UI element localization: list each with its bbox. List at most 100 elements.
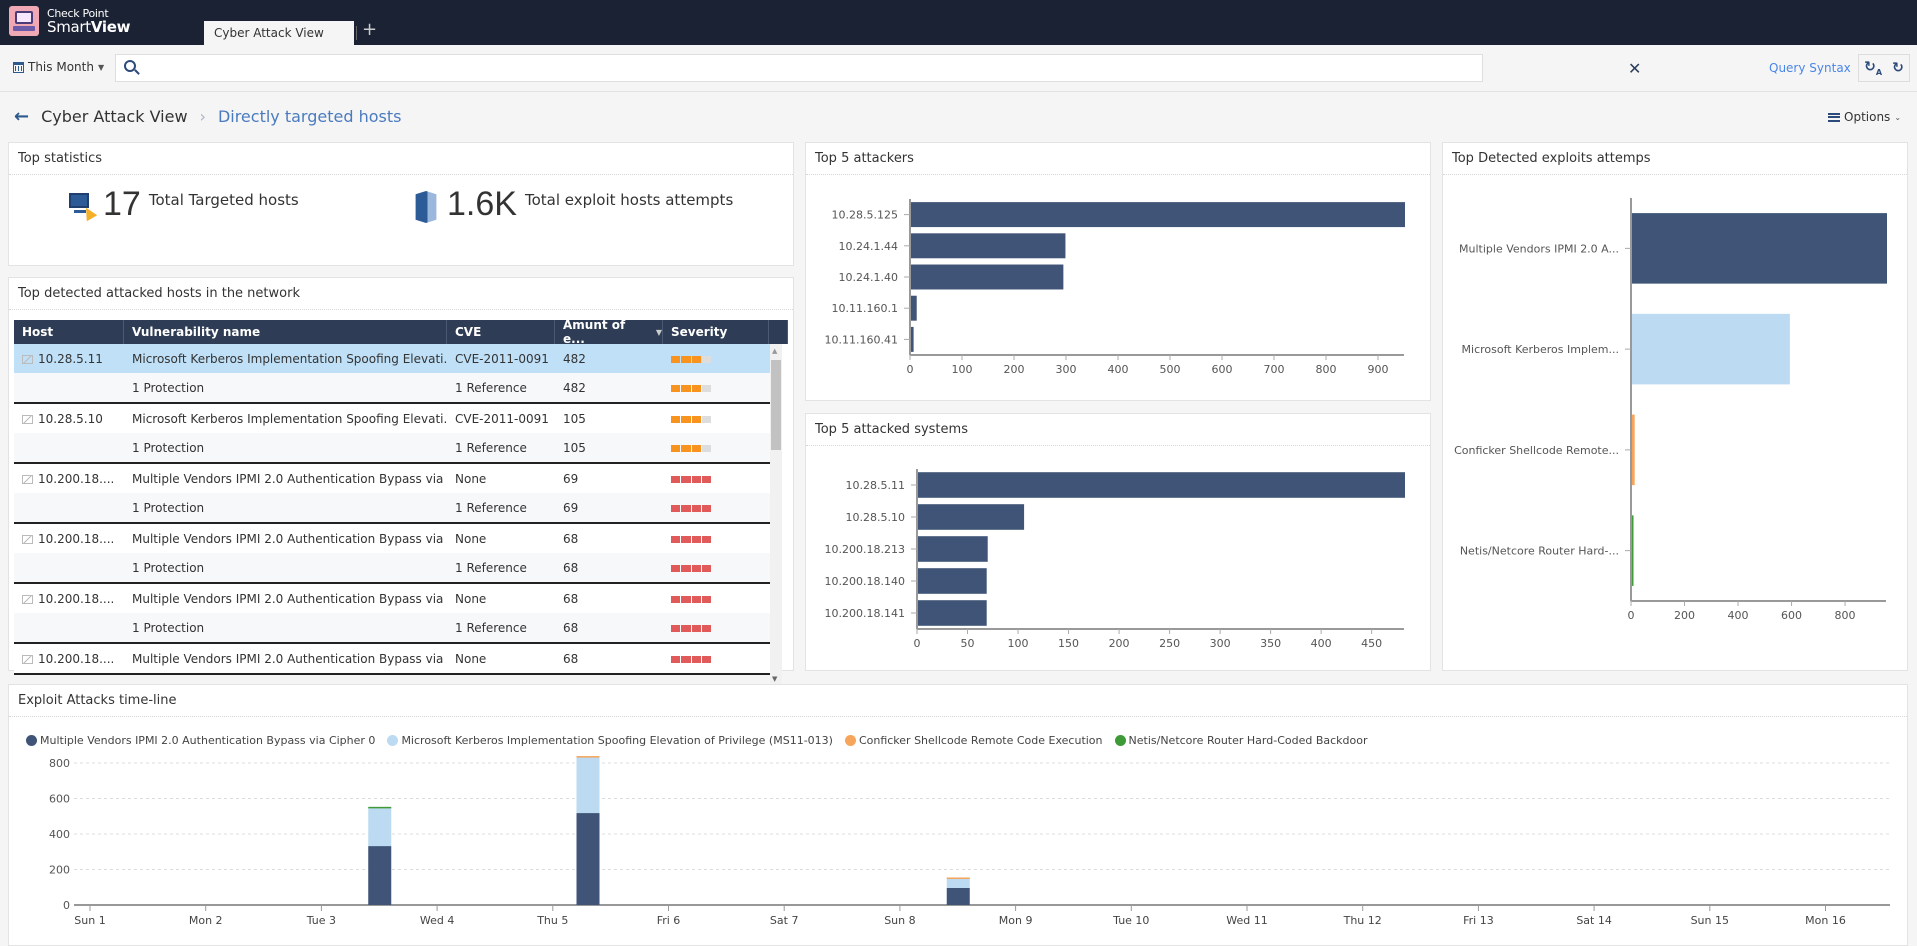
host-group: 10.200.18.... Multiple Vendors IPMI 2.0 A… xyxy=(14,524,770,584)
scroll-down-icon[interactable]: ▼ xyxy=(772,675,777,683)
amount-cell: 482 xyxy=(563,351,586,366)
x-tick-label: 800 xyxy=(1316,363,1337,376)
severity-cell xyxy=(663,412,769,426)
severity-indicator xyxy=(671,595,711,603)
search-input[interactable] xyxy=(115,54,1483,82)
targeted-host-icon xyxy=(67,191,98,222)
add-tab-button[interactable]: + xyxy=(362,19,377,40)
amount-cell: 68 xyxy=(563,591,579,606)
scrollbar-thumb[interactable] xyxy=(771,360,781,450)
chevron-right-icon: › xyxy=(199,107,206,126)
panel-title: Exploit Attacks time-line xyxy=(9,685,1907,717)
stat-label: Total exploit hosts attempts xyxy=(524,191,734,209)
amount-cell: 69 xyxy=(563,471,579,486)
legend-item[interactable]: Netis/Netcore Router Hard-Coded Backdoor xyxy=(1114,734,1368,747)
vulnerability-cell: Multiple Vendors IPMI 2.0 Authentication… xyxy=(132,651,447,666)
refresh-icon[interactable]: ↻ xyxy=(1892,60,1904,76)
column-spacer xyxy=(769,320,788,344)
panel-title: Top statistics xyxy=(9,143,793,175)
severity-cell xyxy=(663,352,769,366)
host-chart-icon xyxy=(22,594,33,604)
legend-item[interactable]: Microsoft Kerberos Implementation Spoofi… xyxy=(387,734,833,747)
severity-cell xyxy=(663,561,769,575)
severity-cell xyxy=(663,381,769,395)
table-row[interactable]: 10.200.18.... Multiple Vendors IPMI 2.0 A… xyxy=(14,584,770,613)
clear-search-icon[interactable]: ✕ xyxy=(1628,59,1641,78)
x-tick-label: 500 xyxy=(1160,363,1181,376)
vulnerability-cell: Multiple Vendors IPMI 2.0 Authentication… xyxy=(132,471,447,486)
host-group: 10.28.5.10 Microsoft Kerberos Implementat… xyxy=(14,404,770,464)
severity-cell xyxy=(663,592,769,606)
stat-exploit-attempts: 1.6K Total exploit hosts attempts xyxy=(413,187,733,223)
category-label: 10.200.18.141 xyxy=(825,607,905,620)
tab-cyber-attack-view[interactable]: Cyber Attack View xyxy=(204,21,354,45)
column-amount-label: Amunt of e... xyxy=(563,318,626,346)
options-menu-button[interactable]: Options ⌄ xyxy=(1828,110,1901,124)
tab-separator xyxy=(356,26,357,40)
reference-cell: 1 Reference xyxy=(455,560,527,575)
scroll-up-icon[interactable]: ▲ xyxy=(772,347,777,355)
category-label: Microsoft Kerberos Implem... xyxy=(1462,343,1619,356)
host-chart-icon xyxy=(22,474,33,484)
top-attackers-panel: Top 5 attackers 10.28.5.125 10.24.1.44 10.… xyxy=(805,142,1431,401)
table-subrow[interactable]: 1 Protection 1 Reference 105 xyxy=(14,433,770,462)
table-subrow[interactable]: 1 Protection 1 Reference 68 xyxy=(14,613,770,642)
category-label: 10.28.5.11 xyxy=(846,479,905,492)
category-label: 10.11.160.1 xyxy=(832,302,898,315)
table-row[interactable]: 10.200.18.... Multiple Vendors IPMI 2.0 A… xyxy=(14,464,770,493)
legend-item[interactable]: Multiple Vendors IPMI 2.0 Authentication… xyxy=(26,734,375,747)
table-row[interactable]: 10.200.18.... Multiple Vendors IPMI 2.0 A… xyxy=(14,524,770,553)
top-attacked-systems-chart: 10.28.5.11 10.28.5.10 10.200.18.213 10.200.… xyxy=(825,469,1405,650)
calendar-icon xyxy=(13,61,24,73)
amount-cell: 68 xyxy=(563,620,579,635)
stat-value: 1.6K xyxy=(447,185,517,223)
x-tick-label: 100 xyxy=(952,363,973,376)
column-vulnerability[interactable]: Vulnerability name xyxy=(124,320,447,344)
severity-indicator xyxy=(671,415,711,423)
legend-item[interactable]: Conficker Shellcode Remote Code Executio… xyxy=(844,734,1103,747)
category-label: 10.24.1.40 xyxy=(839,271,898,284)
top-exploits-panel: Top Detected exploits attemps Multiple V… xyxy=(1442,142,1908,671)
severity-cell xyxy=(663,441,769,455)
column-host[interactable]: Host xyxy=(14,320,124,344)
x-tick-label: 300 xyxy=(1210,637,1231,650)
severity-indicator xyxy=(671,535,711,543)
x-tick-label: 200 xyxy=(1004,363,1025,376)
panel-title: Top 5 attackers xyxy=(806,143,1430,175)
protection-cell: 1 Protection xyxy=(132,500,205,515)
table-subrow[interactable]: 1 Protection 1 Reference 68 xyxy=(14,553,770,582)
severity-indicator xyxy=(671,504,711,512)
severity-cell xyxy=(663,472,769,486)
table-subrow[interactable]: 1 Protection 1 Reference 482 xyxy=(14,373,770,402)
protection-cell: 1 Protection xyxy=(132,440,205,455)
time-filter-dropdown[interactable]: This Month ▼ xyxy=(13,60,104,74)
x-tick-label: 600 xyxy=(1212,363,1233,376)
table-row[interactable]: 10.28.5.11 Microsoft Kerberos Implementat… xyxy=(14,344,770,373)
host-ip: 10.200.18.... xyxy=(38,591,115,606)
auto-refresh-icon[interactable]: ↻A xyxy=(1864,59,1882,77)
column-severity[interactable]: Severity xyxy=(663,320,769,344)
reference-cell: 1 Reference xyxy=(455,500,527,515)
x-tick-label: 0 xyxy=(907,363,914,376)
panel-title: Top 5 attacked systems xyxy=(806,414,1430,446)
table-scrollbar[interactable]: ▲ ▼ xyxy=(770,344,782,686)
table-subrow[interactable]: 1 Protection 1 Reference 69 xyxy=(14,493,770,522)
bar xyxy=(918,504,1025,530)
breadcrumb-parent[interactable]: Cyber Attack View xyxy=(41,107,187,126)
x-tick-label: 50 xyxy=(961,637,975,650)
legend-dot-icon xyxy=(387,735,399,746)
cve-cell: None xyxy=(455,651,487,666)
legend-dot-icon xyxy=(26,735,37,746)
breadcrumb: ← Cyber Attack View › Directly targeted … xyxy=(14,106,401,127)
column-amount[interactable]: Amunt of e... ▼ xyxy=(555,318,663,346)
bar xyxy=(918,472,1405,498)
category-label: Netis/Netcore Router Hard-... xyxy=(1460,545,1619,558)
host-group: 10.200.18.... Multiple Vendors IPMI 2.0 A… xyxy=(14,464,770,524)
column-cve[interactable]: CVE xyxy=(447,320,555,344)
query-syntax-link[interactable]: Query Syntax xyxy=(1769,61,1851,75)
shield-icon xyxy=(415,191,437,223)
table-row[interactable]: 10.200.18.... Multiple Vendors IPMI 2.0 A… xyxy=(14,644,770,673)
back-arrow-icon[interactable]: ← xyxy=(14,106,29,127)
table-row[interactable]: 10.28.5.10 Microsoft Kerberos Implementat… xyxy=(14,404,770,433)
x-tick-label: 600 xyxy=(1781,609,1802,622)
